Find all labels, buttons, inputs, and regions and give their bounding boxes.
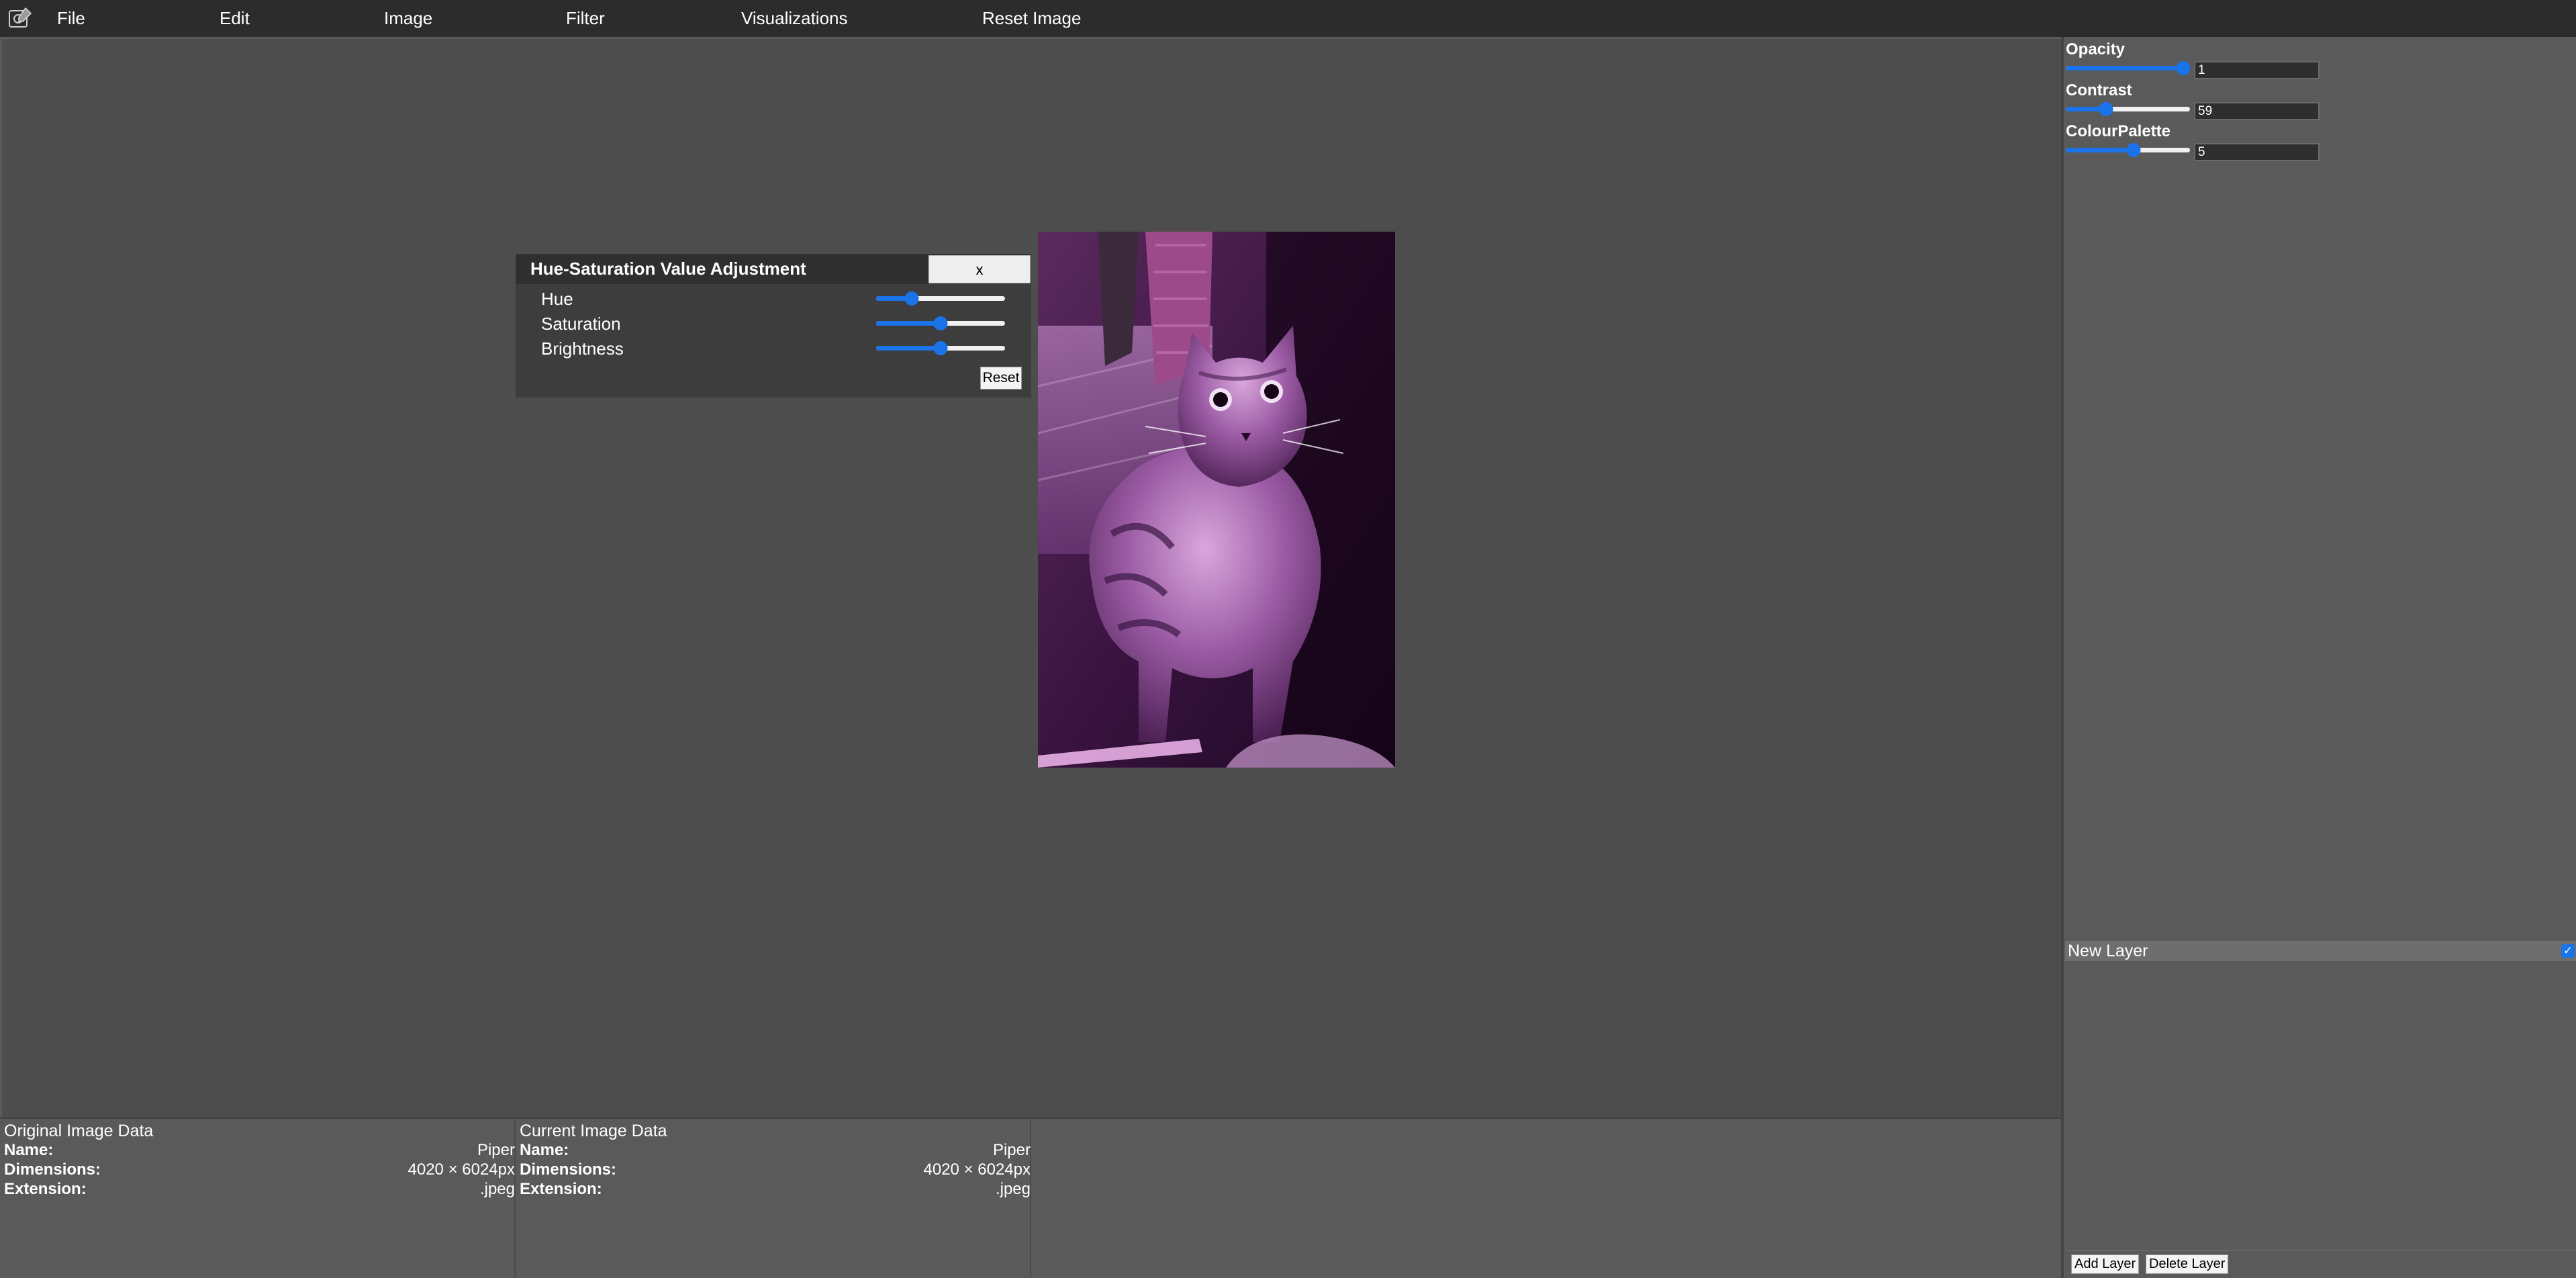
slider-fill xyxy=(876,321,941,326)
slider-fill xyxy=(876,346,941,351)
original-name-value: Piper xyxy=(477,1141,515,1159)
contrast-label: Contrast xyxy=(2066,81,2132,99)
slider-fill xyxy=(2066,66,2183,71)
layer-visibility-checkbox[interactable]: ✓ xyxy=(2561,944,2575,958)
original-heading: Original Image Data xyxy=(4,1122,154,1140)
original-extension-value: .jpeg xyxy=(479,1180,515,1198)
current-extension-key: Extension: xyxy=(520,1180,602,1198)
menu-edit[interactable]: Edit xyxy=(220,0,250,37)
current-heading: Current Image Data xyxy=(520,1122,667,1140)
slider-thumb[interactable] xyxy=(2176,61,2190,75)
layer-name: New Layer xyxy=(2068,942,2148,960)
add-layer-button[interactable]: Add Layer xyxy=(2071,1254,2140,1274)
menu-image[interactable]: Image xyxy=(384,0,432,37)
slider-thumb[interactable] xyxy=(2126,143,2141,157)
opacity-slider[interactable] xyxy=(2066,58,2190,78)
saturation-label: Saturation xyxy=(541,314,621,334)
brightness-slider[interactable] xyxy=(876,338,1005,358)
menu-visualizations[interactable]: Visualizations xyxy=(741,0,848,37)
current-dimensions-key: Dimensions: xyxy=(520,1160,617,1179)
slider-thumb[interactable] xyxy=(2099,102,2113,116)
opacity-label: Opacity xyxy=(2066,40,2126,58)
menu-bar: File Edit Image Filter Visualizations Re… xyxy=(0,0,2576,37)
cat-photo-icon[interactable] xyxy=(1038,232,1395,768)
saturation-slider[interactable] xyxy=(876,313,1005,333)
contrast-slider[interactable] xyxy=(2066,99,2190,119)
colour-palette-slider[interactable] xyxy=(2066,140,2190,160)
original-dimensions-key: Dimensions: xyxy=(4,1160,101,1179)
app-logo-icon xyxy=(9,7,32,28)
menu-reset-image[interactable]: Reset Image xyxy=(982,0,1081,37)
contrast-input[interactable]: 59 xyxy=(2194,102,2320,120)
slider-thumb[interactable] xyxy=(933,316,948,330)
original-dimensions-value: 4020 × 6024px xyxy=(408,1160,515,1179)
colour-palette-label: ColourPalette xyxy=(2066,122,2171,140)
menu-filter[interactable]: Filter xyxy=(566,0,605,37)
brightness-label: Brightness xyxy=(541,338,624,359)
divider xyxy=(2065,1250,2576,1251)
dialog-header[interactable]: Hue-Saturation Value Adjustment x xyxy=(516,254,1031,284)
current-extension-value: .jpeg xyxy=(995,1180,1031,1198)
original-extension-key: Extension: xyxy=(4,1180,87,1198)
dialog-close-button[interactable]: x xyxy=(928,255,1031,283)
original-name-key: Name: xyxy=(4,1141,54,1159)
properties-panel xyxy=(2061,37,2576,1278)
colour-palette-input[interactable]: 5 xyxy=(2194,143,2320,161)
hue-label: Hue xyxy=(541,289,573,309)
current-dimensions-value: 4020 × 6024px xyxy=(923,1160,1031,1179)
slider-thumb[interactable] xyxy=(933,341,948,355)
slider-thumb[interactable] xyxy=(904,291,919,306)
hue-slider[interactable] xyxy=(876,288,1005,308)
canvas-workspace[interactable] xyxy=(0,37,2061,1117)
dialog-title: Hue-Saturation Value Adjustment xyxy=(530,259,806,279)
current-name-value: Piper xyxy=(992,1141,1031,1159)
layer-item[interactable]: New Layer xyxy=(2065,941,2576,961)
slider-fill xyxy=(2066,148,2134,152)
delete-layer-button[interactable]: Delete Layer xyxy=(2146,1254,2229,1274)
opacity-input[interactable]: 1 xyxy=(2194,61,2320,79)
menu-file[interactable]: File xyxy=(57,0,85,37)
hsv-reset-button[interactable]: Reset xyxy=(980,367,1022,390)
current-name-key: Name: xyxy=(520,1141,569,1159)
